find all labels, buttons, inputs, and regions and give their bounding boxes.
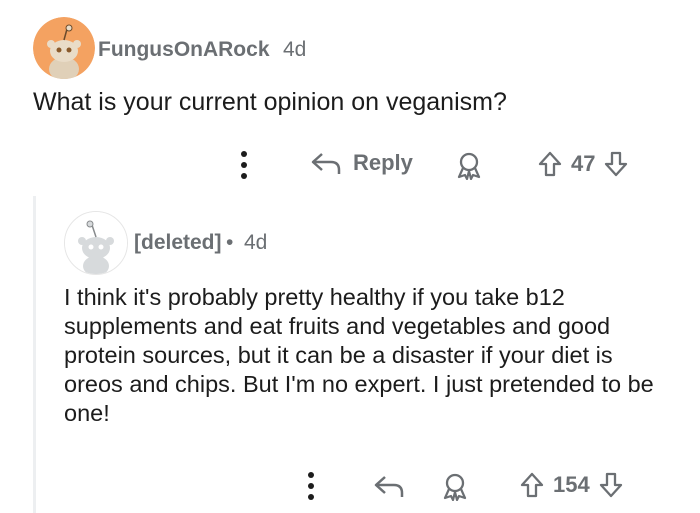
- vertical-dots-icon: [308, 472, 314, 500]
- award-icon: [443, 473, 467, 502]
- reply-reply-button[interactable]: [372, 472, 406, 500]
- reply-label: Reply: [353, 150, 413, 175]
- top-vote-group: 47: [537, 150, 629, 178]
- reply-arrow-icon: [374, 476, 404, 497]
- top-award-button[interactable]: [454, 150, 484, 181]
- reply-vote-count: 154: [553, 472, 590, 497]
- reply-more-button[interactable]: [301, 469, 321, 503]
- default-snoo-avatar-icon: [65, 212, 127, 274]
- snoo-avatar-icon: [33, 17, 95, 79]
- thread-line[interactable]: [33, 196, 36, 513]
- reply-timestamp: 4d: [244, 231, 268, 254]
- reply-award-button[interactable]: [440, 471, 470, 502]
- upvote-icon[interactable]: [519, 471, 545, 499]
- top-comment-text: What is your current opinion on veganism…: [33, 88, 507, 116]
- reply-username: [deleted]: [134, 231, 222, 254]
- top-vote-count: 47: [571, 151, 596, 176]
- top-avatar[interactable]: [33, 17, 95, 79]
- downvote-icon[interactable]: [603, 150, 629, 178]
- meta-separator: •: [226, 231, 234, 254]
- vertical-dots-icon: [241, 151, 247, 179]
- top-timestamp: 4d: [283, 38, 307, 61]
- top-username[interactable]: FungusOnARock: [98, 38, 270, 62]
- reply-comment-text: I think it's probably pretty healthy if …: [64, 284, 654, 426]
- downvote-icon[interactable]: [598, 471, 624, 499]
- upvote-icon[interactable]: [537, 150, 563, 178]
- top-reply-button[interactable]: Reply: [309, 149, 413, 177]
- reply-vote-group: 154: [519, 471, 624, 499]
- top-more-button[interactable]: [234, 148, 254, 182]
- reply-arrow-icon: [311, 153, 341, 174]
- reply-avatar: [64, 211, 128, 275]
- award-icon: [457, 152, 481, 181]
